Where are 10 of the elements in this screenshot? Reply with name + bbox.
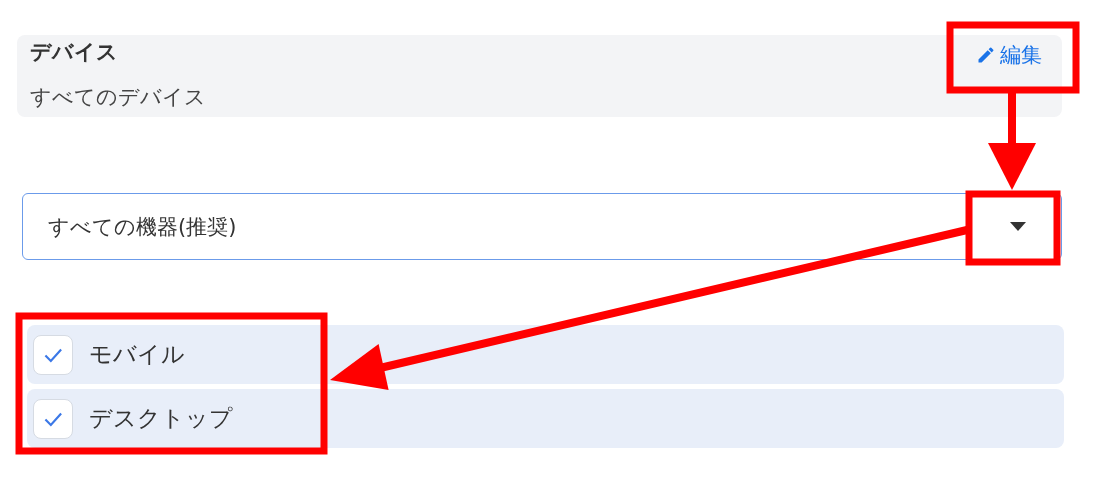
checkbox[interactable] <box>33 334 73 375</box>
device-option[interactable]: モバイル <box>27 325 1064 384</box>
card-title: デバイス <box>30 39 119 66</box>
caret-icon <box>1009 221 1027 232</box>
device-option[interactable]: デスクトップ <box>27 389 1064 448</box>
checkbox[interactable] <box>33 398 73 439</box>
pencil-icon <box>976 45 996 65</box>
edit-link[interactable]: 編集 <box>976 41 1042 69</box>
card-summary: すべてのデバイス <box>30 84 206 111</box>
device-dropdown[interactable]: すべての機器(推奨) <box>22 193 1062 260</box>
